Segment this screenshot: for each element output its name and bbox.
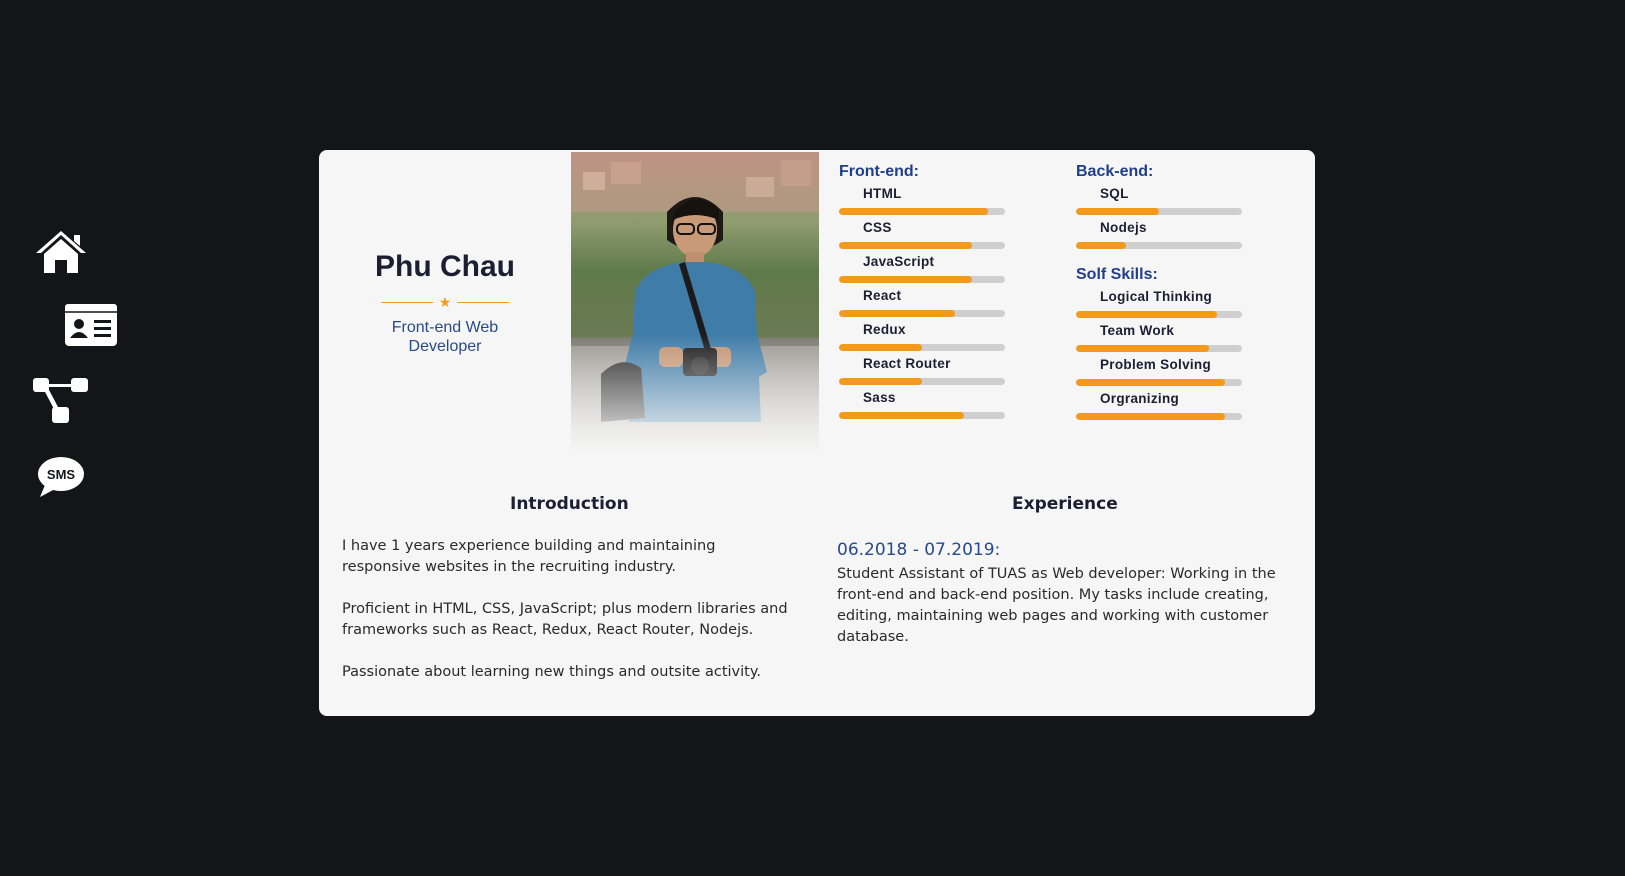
introduction-text: I have 1 years experience building and m…	[342, 536, 792, 704]
skill-bar	[1076, 242, 1242, 249]
skill-label: HTML	[863, 186, 902, 201]
skill-label: React	[863, 288, 902, 303]
skill-bar-fill	[1076, 345, 1209, 352]
sitemap-icon	[33, 378, 88, 423]
sms-icon-label: SMS	[47, 467, 76, 482]
skill-label: JavaScript	[863, 254, 935, 269]
sidebar-nav: SMS	[0, 0, 130, 876]
introduction-paragraph: Passionate about learning new things and…	[342, 664, 761, 680]
skill-bar-fill	[839, 242, 972, 249]
introduction-title: Introduction	[510, 494, 629, 514]
profile-role: Front-end Web Developer	[391, 319, 499, 355]
skill-bar	[1076, 208, 1242, 215]
experience-date: 06.2018 - 07.2019:	[837, 540, 1001, 560]
skill-bar-fill	[1076, 413, 1226, 420]
nav-about[interactable]	[63, 302, 118, 348]
name-divider: ★	[381, 295, 509, 309]
frontend-title: Front-end:	[839, 163, 919, 180]
skill-label: CSS	[863, 220, 892, 235]
nav-skills[interactable]	[31, 375, 91, 425]
skill-react: React	[839, 288, 1005, 322]
skill-bar	[1076, 379, 1242, 386]
skill-bar	[1076, 413, 1242, 420]
skill-bar-fill	[839, 276, 972, 283]
profile-name: Phu Chau	[375, 250, 515, 283]
skill-bar-fill	[1076, 311, 1218, 318]
skill-label: Redux	[863, 322, 906, 337]
skill-sass: Sass	[839, 390, 1005, 424]
skill-javascript: JavaScript	[839, 254, 1005, 288]
skill-sql: SQL	[1076, 186, 1242, 220]
skill-label: Team Work	[1100, 323, 1175, 338]
skill-bar	[839, 412, 1005, 419]
skill-label: React Router	[863, 356, 951, 371]
skill-bar	[839, 242, 1005, 249]
skill-bar	[839, 208, 1005, 215]
skill-label: SQL	[1100, 186, 1129, 201]
skill-problem-solving: Problem Solving	[1076, 357, 1242, 391]
skill-bar-fill	[839, 412, 964, 419]
resume-card: Phu Chau ★ Front-end Web Developer Front…	[319, 150, 1315, 716]
skill-bar-fill	[1076, 242, 1126, 249]
experience-title: Experience	[1012, 494, 1118, 514]
skill-bar-fill	[839, 344, 922, 351]
skill-bar-fill	[839, 378, 922, 385]
skill-bar-fill	[1076, 208, 1159, 215]
nav-home[interactable]	[34, 228, 88, 276]
home-icon	[36, 231, 86, 273]
skill-bar	[839, 378, 1005, 385]
profile-section: Phu Chau ★ Front-end Web Developer	[319, 150, 571, 455]
nav-contact[interactable]: SMS	[36, 454, 86, 500]
skill-bar-fill	[1076, 379, 1226, 386]
skill-label: Problem Solving	[1100, 357, 1212, 372]
skill-logical-thinking: Logical Thinking	[1076, 289, 1242, 323]
skill-nodejs: Nodejs	[1076, 220, 1242, 254]
soft-skills-title: Solf Skills:	[1076, 266, 1158, 283]
star-icon: ★	[438, 294, 452, 310]
skill-bar	[839, 344, 1005, 351]
skill-redux: Redux	[839, 322, 1005, 356]
skill-react-router: React Router	[839, 356, 1005, 390]
skill-label: Logical Thinking	[1100, 289, 1213, 304]
divider-line-right	[457, 301, 509, 303]
introduction-paragraph: Proficient in HTML, CSS, JavaScript; plu…	[342, 601, 788, 638]
divider-line-left	[381, 301, 433, 303]
skill-label: Sass	[863, 390, 896, 405]
backend-title: Back-end:	[1076, 163, 1154, 180]
sms-icon: SMS	[38, 457, 84, 497]
skill-label: Orgranizing	[1100, 391, 1180, 406]
skill-html: HTML	[839, 186, 1005, 220]
skill-team-work: Team Work	[1076, 323, 1242, 357]
id-card-icon	[64, 304, 117, 346]
skill-organizing: Orgranizing	[1076, 391, 1242, 425]
skill-bar-fill	[839, 208, 989, 215]
experience-description: Student Assistant of TUAS as Web develop…	[837, 566, 1276, 645]
skill-bar	[1076, 345, 1242, 352]
skill-bar	[1076, 311, 1242, 318]
skill-css: CSS	[839, 220, 1005, 254]
profile-photo	[571, 152, 819, 455]
skill-bar	[839, 310, 1005, 317]
skill-bar-fill	[839, 310, 956, 317]
skill-bar	[839, 276, 1005, 283]
skill-label: Nodejs	[1100, 220, 1147, 235]
introduction-paragraph: I have 1 years experience building and m…	[342, 538, 716, 575]
